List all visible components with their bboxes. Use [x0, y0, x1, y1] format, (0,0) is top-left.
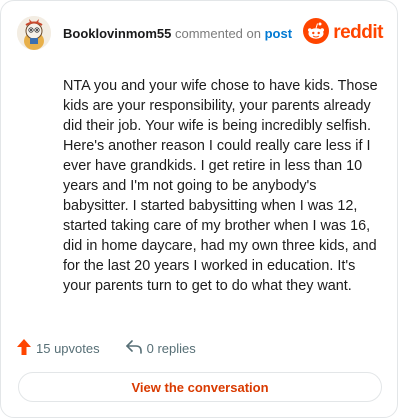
commented-on-text: commented on	[174, 25, 261, 41]
comment-footer: 15 upvotes 0 replies	[17, 337, 196, 359]
reddit-logo[interactable]: reddit	[303, 17, 383, 49]
author-line: Booklovinmom55 commented on post	[63, 26, 292, 41]
post-link[interactable]: post	[265, 26, 292, 41]
reddit-alien-icon	[303, 17, 330, 49]
reddit-wordmark: reddit	[333, 22, 383, 43]
upvote-button[interactable]: 15 upvotes	[17, 338, 100, 358]
comment-header: Booklovinmom55 commented on post reddit	[17, 15, 383, 51]
reply-count: 0 replies	[146, 340, 196, 356]
reply-button[interactable]: 0 replies	[125, 339, 196, 357]
comment-card: Booklovinmom55 commented on post reddit	[0, 0, 398, 418]
reply-arrow-icon	[125, 339, 142, 357]
user-avatar[interactable]	[17, 16, 51, 50]
comment-body: NTA you and your wife chose to have kids…	[63, 78, 378, 294]
view-conversation-button[interactable]: View the conversation	[18, 372, 382, 402]
author-name[interactable]: Booklovinmom55	[63, 26, 171, 41]
upvote-arrow-icon	[17, 338, 31, 358]
upvote-count: 15 upvotes	[36, 340, 100, 356]
